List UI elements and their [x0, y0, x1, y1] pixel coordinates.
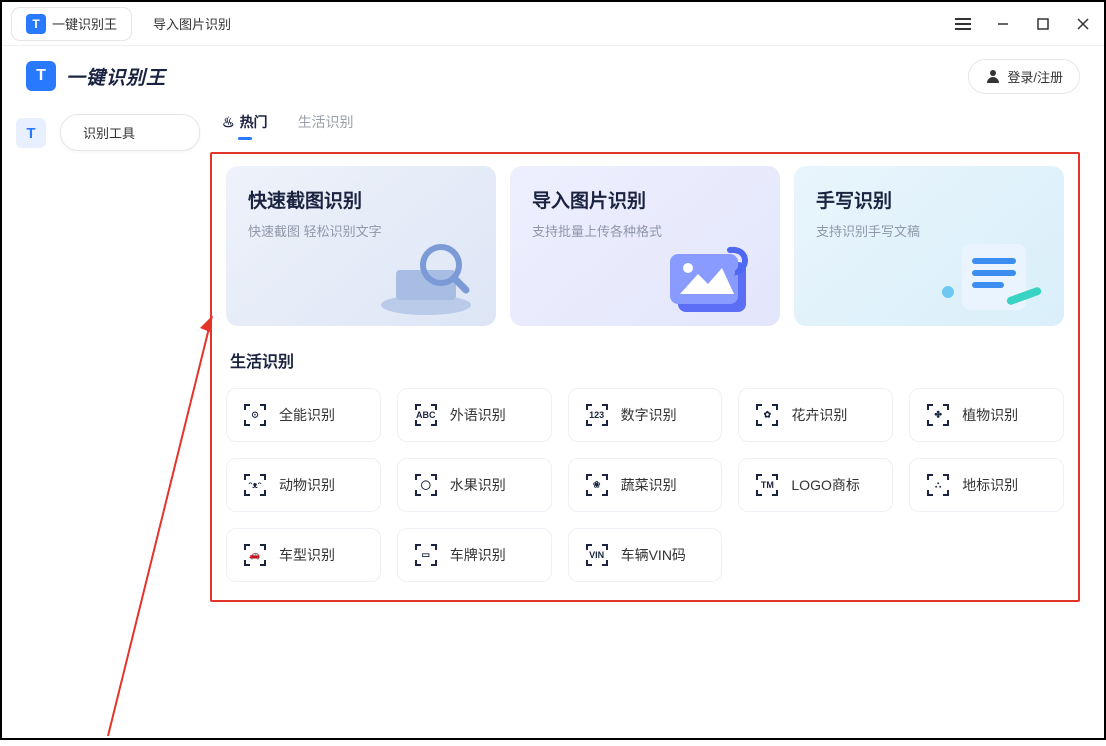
app-tab-import[interactable]: 导入图片识别 — [139, 8, 245, 39]
item-button[interactable]: 🚗 车型识别 — [226, 528, 381, 582]
scan-icon: ❀ — [585, 473, 609, 497]
brand: T 一键识别王 — [26, 61, 166, 91]
item-label: 地标识别 — [962, 475, 1018, 495]
rail-home-icon[interactable]: T — [16, 118, 46, 148]
titlebar: T 一键识别王 导入图片识别 — [2, 2, 1104, 46]
items-grid: ⊙ 全能识别 ABC 外语识别 123 数字识别 ✿ 花卉识别 ✤ 植物识别 ᵔᴥᵔ 动物识别 ◯ 水果识… — [226, 388, 1064, 582]
item-button[interactable]: ✤ 植物识别 — [909, 388, 1064, 442]
hero-handwriting[interactable]: 手写识别 支持识别手写文稿 — [794, 166, 1064, 326]
item-label: 动物识别 — [279, 475, 335, 495]
scan-icon: ᵔᴥᵔ — [243, 473, 267, 497]
scan-icon: ✿ — [755, 403, 779, 427]
scan-icon: ◯ — [414, 473, 438, 497]
scan-icon: ⛬ — [926, 473, 950, 497]
tab-hot[interactable]: ♨ 热门 — [222, 112, 268, 140]
magnifier-illustration-icon — [366, 230, 486, 320]
item-label: 蔬菜识别 — [621, 475, 677, 495]
header: T 一键识别王 登录/注册 — [2, 46, 1104, 106]
scan-icon: 🚗 — [243, 543, 267, 567]
app-tab-main[interactable]: T 一键识别王 — [12, 8, 131, 40]
body: T 识别工具 ♨ 热门 生活识别 快速截图识别 快速截图 轻松识别文字 — [2, 106, 1104, 738]
item-label: 车辆VIN码 — [621, 545, 686, 565]
document-illustration-icon — [934, 230, 1054, 320]
sidebar: 识别工具 — [60, 106, 200, 738]
item-button[interactable]: ✿ 花卉识别 — [738, 388, 893, 442]
hero-title: 手写识别 — [816, 186, 1042, 213]
hero-import-image[interactable]: 导入图片识别 支持批量上传各种格式 — [510, 166, 780, 326]
scan-icon: 123 — [585, 403, 609, 427]
sidebar-tool-button[interactable]: 识别工具 — [60, 114, 200, 151]
item-button[interactable]: ◯ 水果识别 — [397, 458, 552, 512]
item-button[interactable]: 123 数字识别 — [568, 388, 723, 442]
item-label: 全能识别 — [279, 405, 335, 425]
app-tab-label: 导入图片识别 — [153, 14, 231, 33]
brand-title: 一键识别王 — [66, 63, 166, 90]
tab-label: 热门 — [240, 112, 268, 132]
tab-label: 生活识别 — [298, 112, 354, 132]
hero-screenshot-ocr[interactable]: 快速截图识别 快速截图 轻松识别文字 — [226, 166, 496, 326]
rail: T — [2, 106, 60, 738]
scan-icon: TM — [755, 473, 779, 497]
scan-icon: VIN — [585, 543, 609, 567]
app-logo-icon: T — [26, 14, 46, 34]
item-button[interactable]: TM LOGO商标 — [738, 458, 893, 512]
close-button[interactable] — [1072, 13, 1094, 35]
hero-title: 快速截图识别 — [248, 186, 474, 213]
hero-row: 快速截图识别 快速截图 轻松识别文字 导入图片识别 支持批量上传各种格式 手写识… — [226, 166, 1064, 326]
image-folder-illustration-icon — [650, 230, 770, 320]
item-label: 数字识别 — [621, 405, 677, 425]
login-button[interactable]: 登录/注册 — [968, 59, 1080, 94]
item-button[interactable]: ⛬ 地标识别 — [909, 458, 1064, 512]
sidebar-tool-label: 识别工具 — [83, 126, 135, 141]
scan-icon: ABC — [414, 403, 438, 427]
item-button[interactable]: ABC 外语识别 — [397, 388, 552, 442]
item-button[interactable]: ᵔᴥᵔ 动物识别 — [226, 458, 381, 512]
window-controls — [952, 13, 1094, 35]
scan-icon: ⊙ — [243, 403, 267, 427]
item-label: 水果识别 — [450, 475, 506, 495]
maximize-button[interactable] — [1032, 13, 1054, 35]
item-button[interactable]: ▭ 车牌识别 — [397, 528, 552, 582]
item-label: 花卉识别 — [791, 405, 847, 425]
section-title: 生活识别 — [230, 348, 1064, 372]
item-label: LOGO商标 — [791, 475, 859, 495]
item-label: 车型识别 — [279, 545, 335, 565]
item-button[interactable]: VIN 车辆VIN码 — [568, 528, 723, 582]
item-label: 车牌识别 — [450, 545, 506, 565]
hero-title: 导入图片识别 — [532, 186, 758, 213]
menu-icon[interactable] — [952, 13, 974, 35]
scan-icon: ▭ — [414, 543, 438, 567]
login-label: 登录/注册 — [1007, 67, 1063, 86]
main: ♨ 热门 生活识别 快速截图识别 快速截图 轻松识别文字 导入图片识别 支持批量… — [200, 106, 1104, 738]
item-label: 外语识别 — [450, 405, 506, 425]
item-label: 植物识别 — [962, 405, 1018, 425]
app-tab-label: 一键识别王 — [52, 14, 117, 33]
minimize-button[interactable] — [992, 13, 1014, 35]
content-tabs: ♨ 热门 生活识别 — [210, 112, 1080, 140]
item-button[interactable]: ⊙ 全能识别 — [226, 388, 381, 442]
item-button[interactable]: ❀ 蔬菜识别 — [568, 458, 723, 512]
tab-life[interactable]: 生活识别 — [298, 112, 354, 140]
brand-logo-icon: T — [26, 61, 56, 91]
flame-icon: ♨ — [222, 114, 235, 131]
highlighted-area: 快速截图识别 快速截图 轻松识别文字 导入图片识别 支持批量上传各种格式 手写识… — [210, 152, 1080, 602]
scan-icon: ✤ — [926, 403, 950, 427]
user-icon — [985, 68, 1001, 84]
